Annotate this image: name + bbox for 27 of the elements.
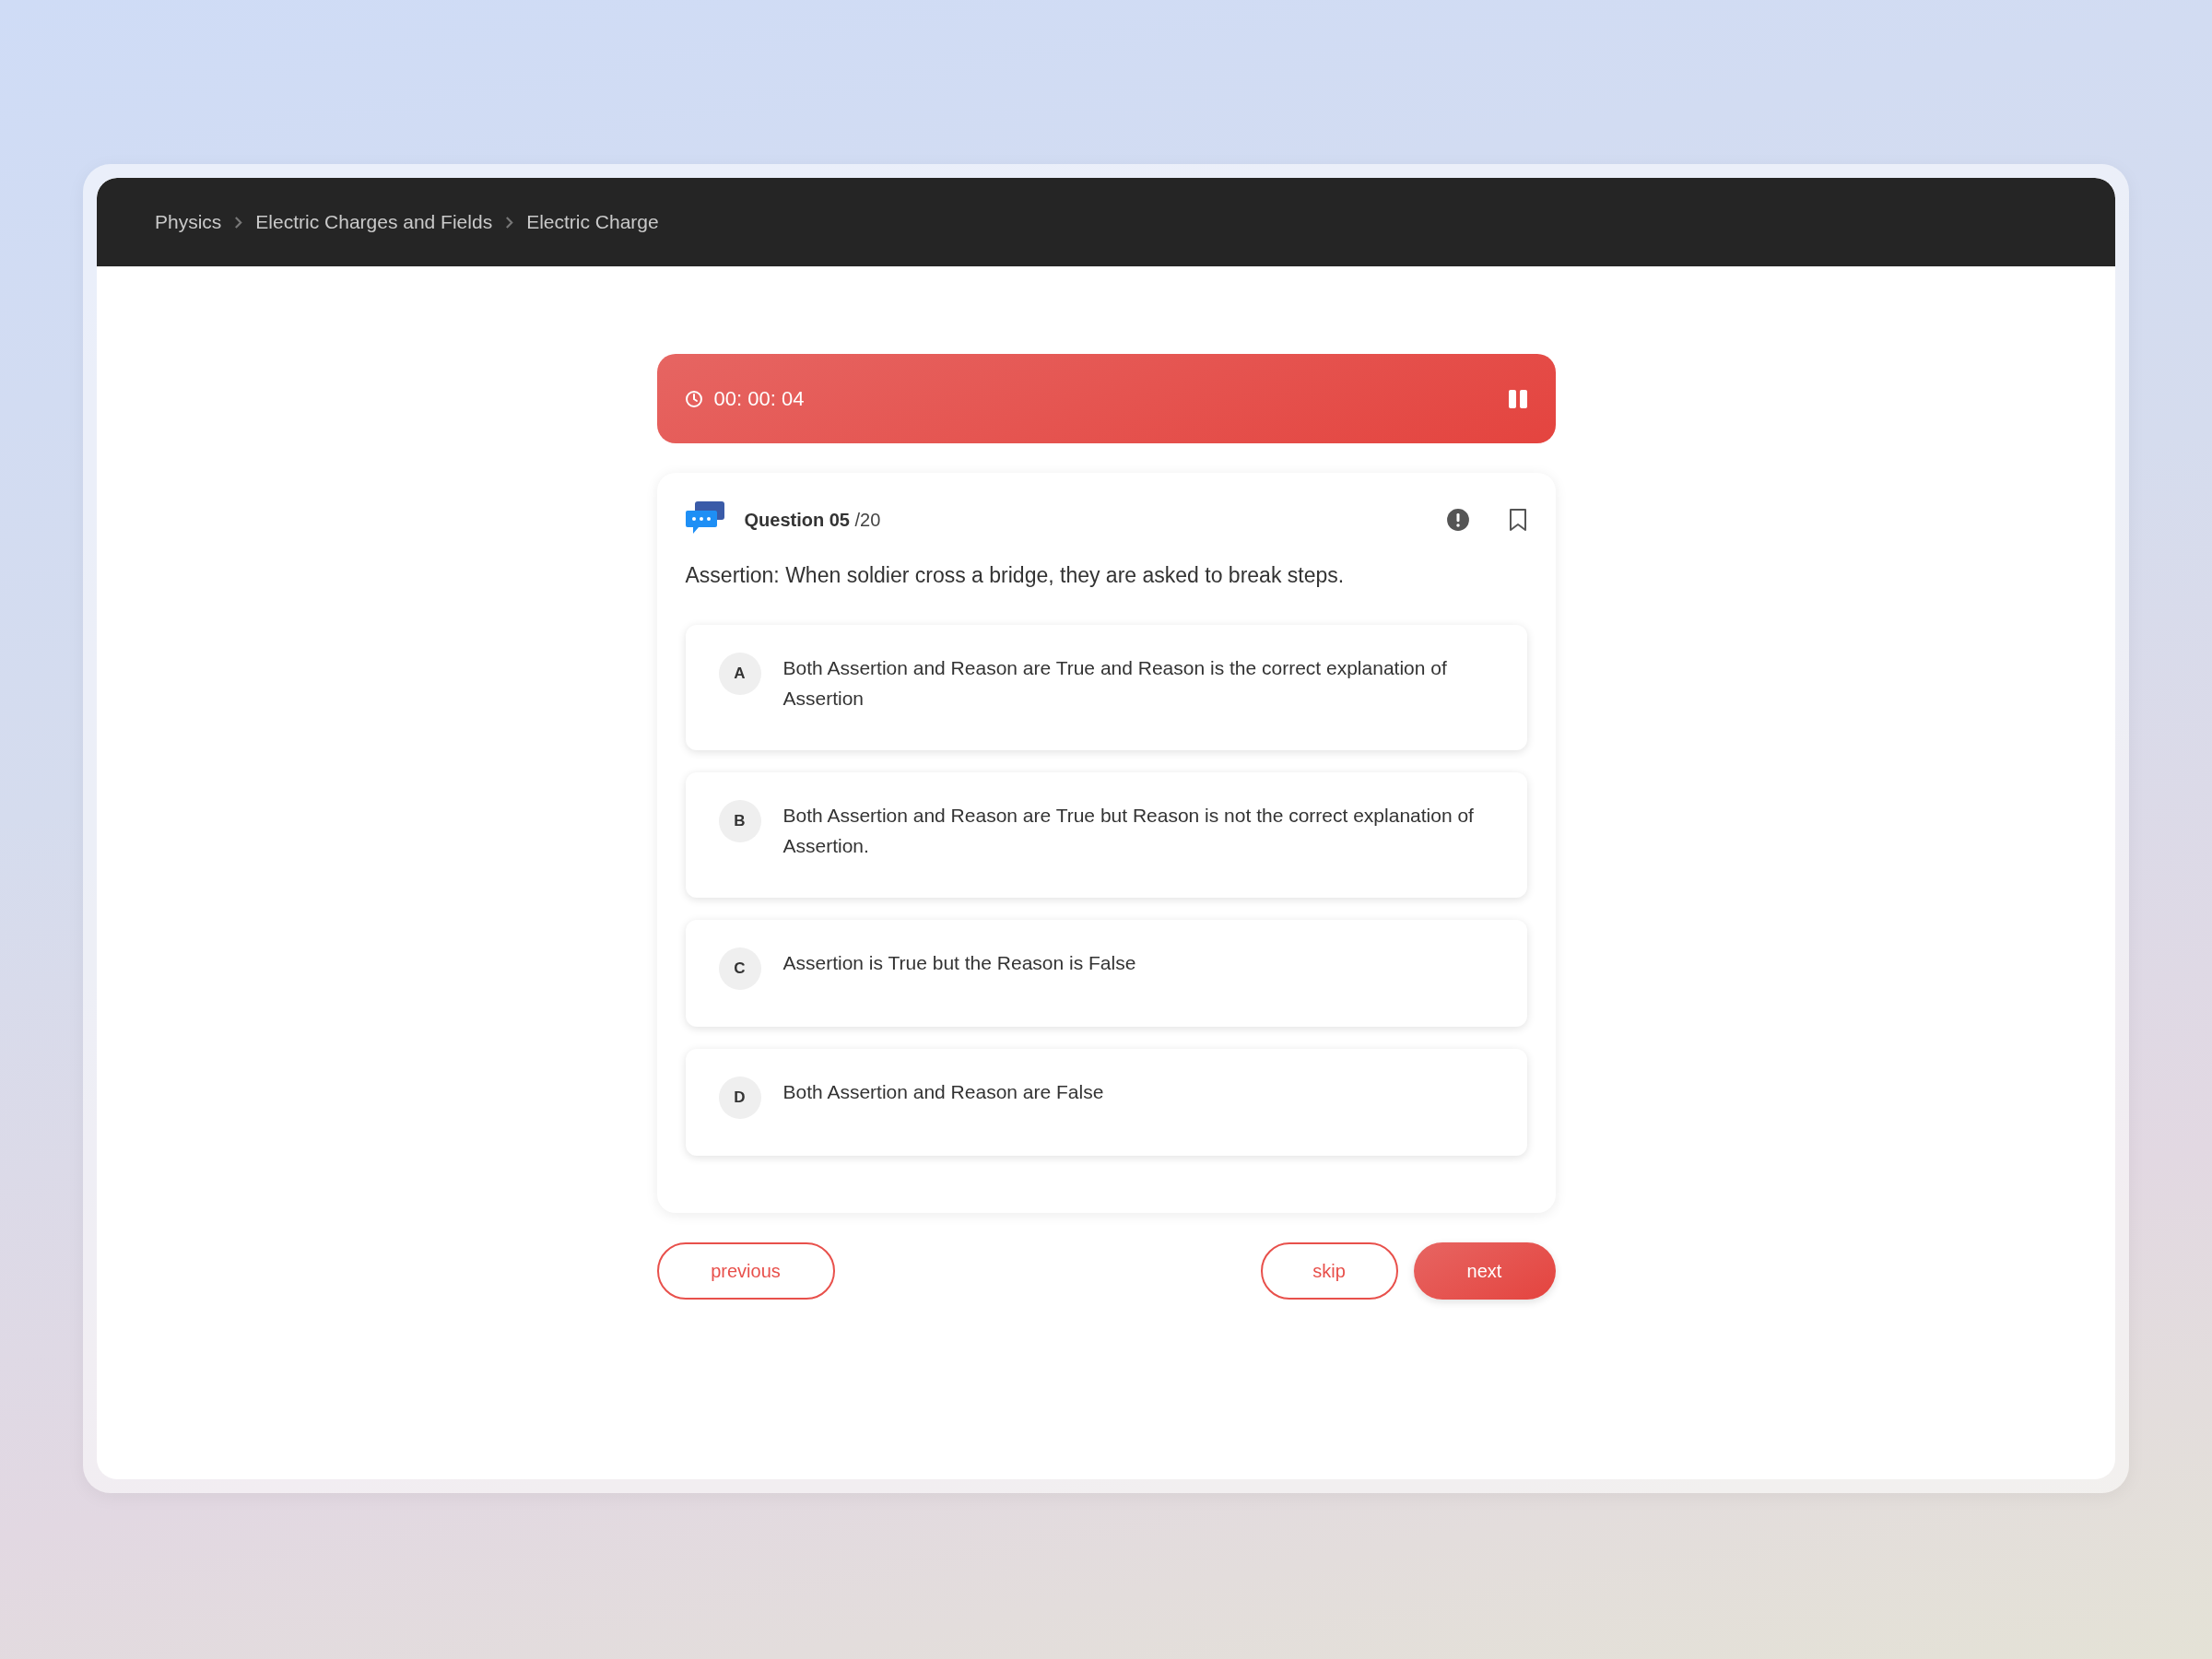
breadcrumb-link[interactable]: Electric Charges and Fields [255, 211, 493, 233]
clock-icon [684, 389, 703, 408]
option-letter: C [718, 947, 761, 990]
option-text: Both Assertion and Reason are True but Reason is not the correct explanation of Assertion. [782, 804, 1475, 858]
answer-option[interactable]: A Both Assertion and Reason are True and Reason is the correct explanation of Assertion [685, 625, 1527, 750]
option-letter: A [718, 653, 761, 695]
pause-icon[interactable] [1507, 388, 1528, 409]
chevron-icon [234, 216, 243, 229]
outline-button[interactable]: previous [656, 1242, 835, 1300]
breadcrumb-link[interactable]: Electric Charge [526, 211, 659, 233]
timer-text: 00: 00: 04 [713, 386, 805, 411]
option-letter: D [718, 1077, 761, 1119]
question-text: Assertion: When soldier cross a bridge, they are asked to break steps. [685, 563, 1346, 588]
primary-button[interactable]: next [1413, 1242, 1556, 1300]
option-letter: B [718, 800, 761, 842]
chevron-icon [505, 216, 514, 229]
option-text: Both Assertion and Reason are False [782, 1080, 1104, 1104]
outline-button[interactable]: skip [1260, 1242, 1398, 1300]
answer-option[interactable]: B Both Assertion and Reason are True but Reason is not the correct explanation of Assertion. [685, 772, 1527, 898]
bookmark-icon[interactable] [1508, 508, 1527, 532]
option-text: Both Assertion and Reason are True and Reason is the correct explanation of Assertion [782, 656, 1448, 711]
option-text: Assertion is True but the Reason is False [782, 951, 1136, 975]
answer-option[interactable]: D Both Assertion and Reason are False [685, 1049, 1527, 1156]
question-number: Question 05 /20 [744, 509, 881, 531]
breadcrumb-link[interactable]: Physics [155, 211, 222, 233]
alert-icon[interactable] [1445, 508, 1470, 532]
answer-option[interactable]: C Assertion is True but the Reason is False [685, 920, 1527, 1027]
